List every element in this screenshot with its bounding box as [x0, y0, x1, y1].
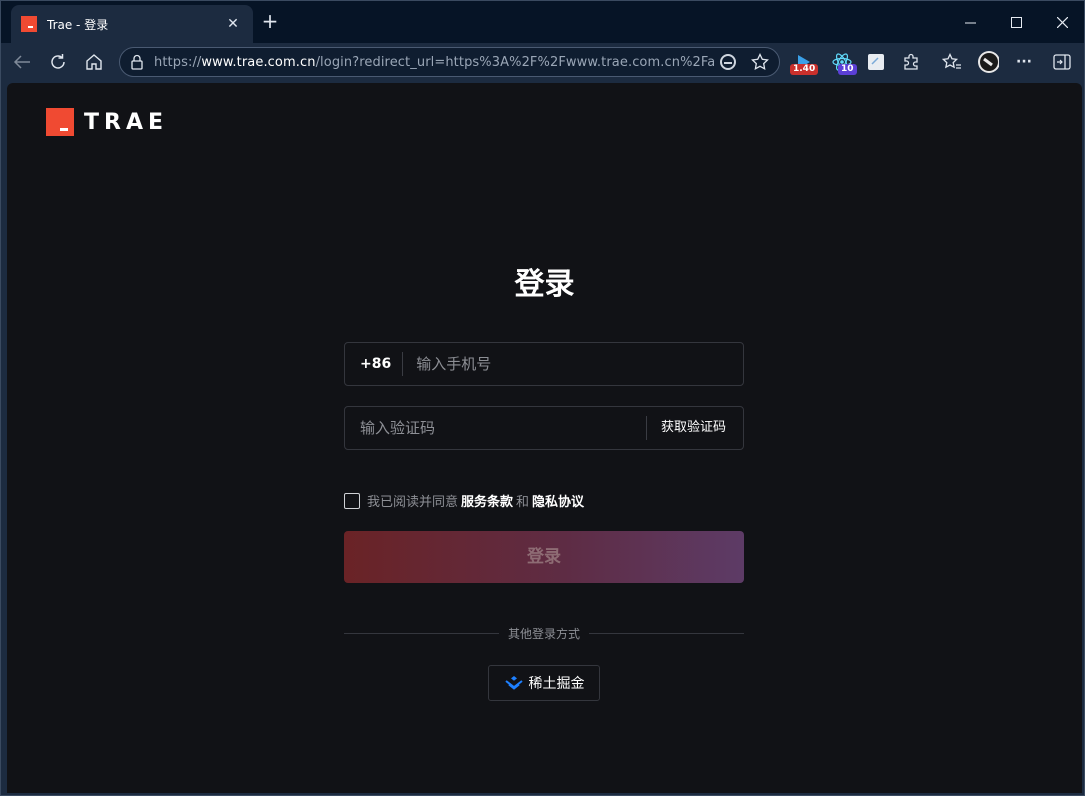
back-button[interactable] [9, 49, 35, 75]
maximize-button[interactable] [993, 9, 1039, 35]
tab-close-icon[interactable]: ✕ [223, 16, 243, 32]
agreement-and: 和 [516, 495, 530, 510]
agreement-row: 我已阅读并同意 服务条款 和 隐私协议 [344, 491, 587, 510]
divider-line [344, 632, 499, 634]
menu-button[interactable]: ··· [1013, 51, 1035, 73]
minimize-button[interactable] [947, 9, 993, 35]
url-path: /login?redirect_url=https%3A%2F%2Fwww.tr… [315, 54, 714, 70]
edge-icon [720, 54, 736, 70]
browser-toolbar: https://www.trae.com.cn/login?redirect_u… [1, 43, 1084, 81]
extension-badge: 1.40 [790, 64, 819, 75]
juejin-login-button[interactable]: 稀土掘金 [488, 665, 600, 701]
login-page: TRAE 登录 +86 获取验证码 我已阅读并同意 服务条款 和 隐私协议 登录… [7, 83, 1082, 793]
sidebar-button[interactable] [1051, 51, 1073, 73]
juejin-icon [504, 676, 523, 690]
favorites-button[interactable] [941, 51, 963, 73]
phone-input[interactable] [403, 355, 743, 373]
phone-field: +86 [344, 342, 744, 386]
agreement-checkbox[interactable] [344, 492, 360, 509]
page-title: 登录 [514, 267, 575, 302]
read-aloud-button[interactable] [718, 52, 738, 72]
maximize-icon [1010, 16, 1022, 28]
refresh-icon [51, 54, 65, 69]
verification-code-field: 获取验证码 [344, 406, 744, 450]
sidebar-icon [1053, 54, 1071, 70]
new-tab-button[interactable]: + [259, 11, 281, 33]
url-host: www.trae.com.cn [201, 54, 316, 70]
lock-icon [131, 54, 143, 70]
trae-favicon-icon [21, 16, 37, 32]
other-login-divider: 其他登录方式 [344, 625, 745, 641]
get-code-button[interactable]: 获取验证码 [645, 416, 743, 440]
back-arrow-icon [13, 55, 30, 69]
avatar-icon [978, 51, 999, 73]
browser-window: Trae - 登录 ✕ + https://www.trae.com.cn/lo… [0, 0, 1085, 796]
tab-trae-login[interactable]: Trae - 登录 ✕ [11, 5, 253, 43]
video-extension-button[interactable]: 1.40 [790, 51, 819, 75]
star-icon [751, 53, 769, 71]
url-scheme: https:// [154, 54, 202, 70]
country-code-selector[interactable]: +86 [345, 352, 404, 376]
tab-title: Trae - 登录 [47, 17, 109, 32]
minimize-icon [964, 22, 976, 23]
url-text: https://www.trae.com.cn/login?redirect_u… [154, 55, 714, 70]
logo-text: TRAE [84, 109, 169, 135]
other-login-label: 其他登录方式 [508, 626, 581, 641]
note-icon [868, 54, 884, 70]
notes-extension-button[interactable] [865, 51, 887, 73]
close-icon [1056, 16, 1068, 28]
divider-line [589, 632, 745, 634]
address-bar[interactable]: https://www.trae.com.cn/login?redirect_u… [119, 47, 780, 77]
puzzle-icon [904, 53, 918, 70]
extension-badge: 10 [838, 64, 857, 75]
react-devtools-button[interactable]: 10 [831, 51, 857, 75]
tab-strip: Trae - 登录 ✕ + [1, 1, 1084, 43]
trae-logo[interactable]: TRAE [46, 108, 168, 136]
verification-code-input[interactable] [345, 419, 646, 437]
juejin-label: 稀土掘金 [528, 676, 585, 692]
refresh-button[interactable] [45, 49, 71, 75]
home-icon [86, 54, 102, 70]
privacy-link[interactable]: 隐私协议 [532, 491, 584, 510]
terms-link[interactable]: 服务条款 [461, 491, 513, 510]
close-window-button[interactable] [1039, 9, 1085, 35]
trae-logo-icon [46, 108, 74, 136]
home-button[interactable] [81, 49, 107, 75]
login-button[interactable]: 登录 [344, 531, 744, 583]
agreement-text: 我已阅读并同意 [367, 495, 459, 510]
profile-button[interactable] [977, 51, 999, 73]
favorites-icon [942, 53, 961, 69]
favorite-button[interactable] [750, 52, 770, 72]
extensions-button[interactable] [900, 51, 922, 73]
